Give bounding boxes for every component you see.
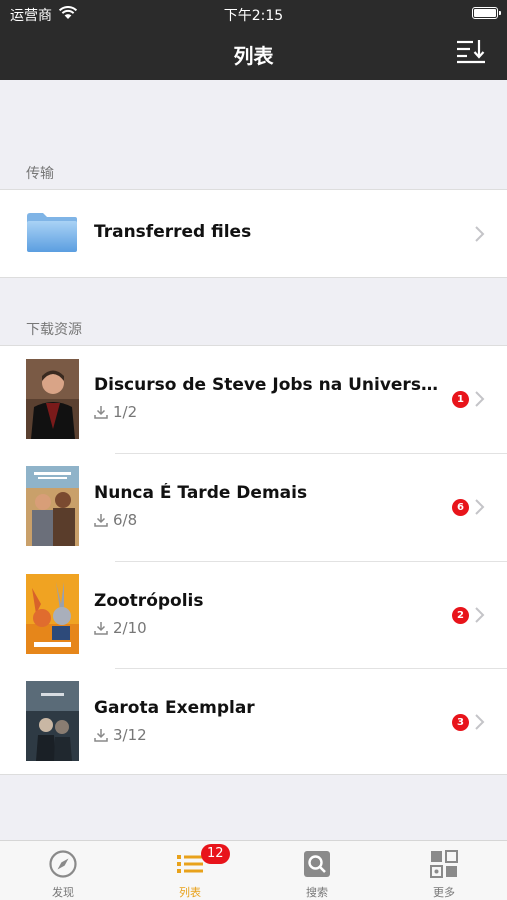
bucket-list-poster — [26, 466, 79, 546]
tab-label: 发现 — [52, 886, 74, 899]
search-icon — [304, 851, 330, 877]
download-item[interactable]: Discurso de Steve Jobs na Universid... 1… — [0, 346, 507, 453]
item-progress: 2/10 — [94, 619, 147, 637]
item-progress: 3/12 — [94, 726, 147, 744]
item-title: Zootrópolis — [94, 591, 204, 611]
tab-label: 搜索 — [306, 886, 328, 899]
unread-badge: 2 — [452, 607, 469, 624]
transferred-files-row[interactable]: Transferred files — [0, 190, 507, 277]
unread-badge: 3 — [452, 714, 469, 731]
unread-badge: 6 — [452, 499, 469, 516]
download-icon — [94, 622, 108, 635]
section-label-transfer: 传输 — [26, 166, 54, 182]
zootopia-poster — [26, 574, 79, 654]
item-progress-value: 2/10 — [113, 619, 147, 637]
item-progress-value: 1/2 — [113, 403, 138, 421]
grid-more-icon — [430, 850, 458, 878]
tab-bar: 发现 12 列表 搜索 更多 — [0, 840, 507, 900]
transferred-files-label: Transferred files — [94, 222, 252, 242]
status-bar: 运营商 下午2:15 — [0, 0, 507, 28]
download-item[interactable]: Nunca É Tarde Demais 6/8 6 — [0, 454, 507, 561]
item-progress-value: 6/8 — [113, 511, 138, 529]
item-title: Nunca É Tarde Demais — [94, 483, 308, 503]
chevron-right-icon — [475, 499, 485, 515]
section-label-downloads: 下载资源 — [26, 322, 82, 338]
sort-descending-icon[interactable] — [455, 38, 487, 64]
download-icon — [94, 514, 108, 527]
tab-search[interactable]: 搜索 — [254, 841, 380, 900]
unread-badge: 1 — [452, 391, 469, 408]
chevron-right-icon — [475, 607, 485, 623]
item-title: Discurso de Steve Jobs na Universid... — [94, 375, 439, 395]
download-item[interactable]: Garota Exemplar 3/12 3 — [0, 669, 507, 776]
download-item[interactable]: Zootrópolis 2/10 2 — [0, 562, 507, 669]
chevron-right-icon — [475, 714, 485, 730]
tab-list[interactable]: 12 列表 — [127, 841, 253, 900]
tab-more[interactable]: 更多 — [381, 841, 507, 900]
page-title: 列表 — [233, 44, 274, 68]
status-time: 下午2:15 — [223, 8, 284, 24]
tab-label: 更多 — [433, 886, 455, 899]
gone-girl-poster — [26, 681, 79, 761]
folder-icon — [27, 213, 77, 252]
battery-icon — [472, 7, 501, 19]
chevron-right-icon — [475, 226, 485, 242]
download-icon — [94, 729, 108, 742]
downloads-section: Discurso de Steve Jobs na Universid... 1… — [0, 345, 507, 775]
steve-jobs-poster — [26, 359, 79, 439]
item-title: Garota Exemplar — [94, 698, 255, 718]
item-progress: 1/2 — [94, 403, 137, 421]
navigation-bar: 运营商 下午2:15 列表 — [0, 0, 507, 80]
download-icon — [94, 406, 108, 419]
tab-label: 列表 — [179, 886, 201, 899]
transfer-section: Transferred files — [0, 189, 507, 278]
tab-badge: 12 — [201, 844, 230, 864]
item-progress-value: 3/12 — [113, 726, 147, 744]
compass-icon — [49, 850, 77, 878]
item-progress: 6/8 — [94, 511, 137, 529]
chevron-right-icon — [475, 391, 485, 407]
tab-discover[interactable]: 发现 — [0, 841, 126, 900]
